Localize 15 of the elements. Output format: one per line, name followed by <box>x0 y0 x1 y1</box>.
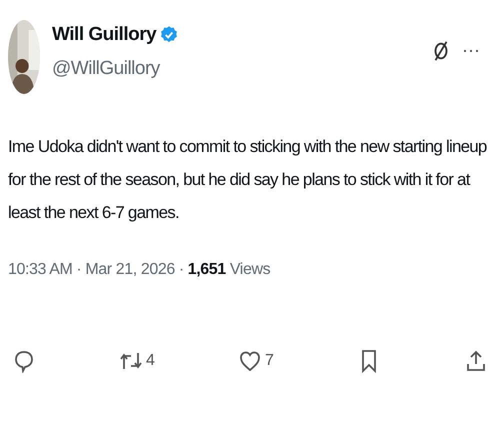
repost-count: 4 <box>146 352 155 370</box>
tweet-text: Ime Udoka didn't want to commit to sticking with the new starting lineup for the rest of the season, but he did say he plans to stick with it for at least the next 6-7 games. <box>8 136 488 224</box>
more-button[interactable]: ⋯ <box>462 40 480 62</box>
author-handle[interactable]: @WillGuillory <box>52 58 430 80</box>
views-count: 1,651 <box>188 261 226 279</box>
share-icon[interactable] <box>464 349 488 373</box>
like-count: 7 <box>265 352 274 370</box>
separator-dot: · <box>178 261 184 279</box>
post-date: Mar 21, 2026 <box>85 261 175 279</box>
views-label: Views <box>230 261 270 279</box>
heart-icon[interactable] <box>238 349 262 373</box>
reply-bubble-icon[interactable] <box>12 349 36 373</box>
post-time: 10:33 AM <box>8 261 72 279</box>
separator-dot: · <box>76 261 82 279</box>
author-name[interactable]: Will Guillory <box>52 24 156 46</box>
